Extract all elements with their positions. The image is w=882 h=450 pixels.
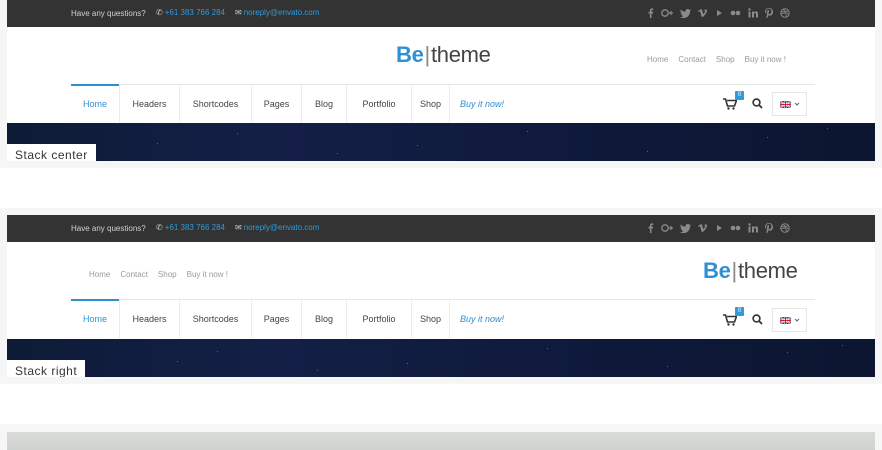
quick-link-shop[interactable]: Shop xyxy=(716,55,735,64)
quick-link-shop[interactable]: Shop xyxy=(158,270,177,279)
menu-item-pages[interactable]: Pages xyxy=(252,300,302,338)
menu-item-headers[interactable]: Headers xyxy=(120,300,180,338)
cart-button[interactable]: 0 xyxy=(723,91,745,113)
phone-icon: ✆ xyxy=(156,8,163,17)
main-menu: Home Headers Shortcodes Pages Blog Portf… xyxy=(71,299,514,338)
logo-be: Be xyxy=(396,42,424,67)
google-plus-icon[interactable] xyxy=(661,223,673,233)
quick-link-buy[interactable]: Buy it now ! xyxy=(745,55,786,64)
menu-item-shop[interactable]: Shop xyxy=(412,85,450,123)
menu-item-headers[interactable]: Headers xyxy=(120,85,180,123)
menu-item-shortcodes[interactable]: Shortcodes xyxy=(180,300,252,338)
header-preview-stack-right: Have any questions? ✆ +61 383 766 284 ✉ no… xyxy=(7,215,875,377)
twitter-icon[interactable] xyxy=(680,8,691,18)
top-bar-question: Have any questions? xyxy=(71,224,146,233)
top-bar-phone[interactable]: ✆ +61 383 766 284 xyxy=(156,223,225,232)
email-address: noreply@envato.com xyxy=(243,8,320,17)
logo-separator: | xyxy=(731,258,738,283)
menu-item-home[interactable]: Home xyxy=(71,84,120,123)
header-preview-partial xyxy=(7,432,875,450)
header-preview-stack-center: Have any questions? ✆ +61 383 766 284 ✉ no… xyxy=(7,0,875,161)
top-bar-question: Have any questions? xyxy=(71,9,146,18)
linkedin-icon[interactable] xyxy=(748,223,758,233)
language-selector[interactable] xyxy=(772,308,807,332)
quick-link-home[interactable]: Home xyxy=(647,55,668,64)
logo-separator: | xyxy=(424,42,431,67)
cart-count-badge: 0 xyxy=(735,307,744,316)
uk-flag-icon xyxy=(779,100,791,108)
menu-item-buy[interactable]: Buy it now! xyxy=(450,300,514,338)
vimeo-icon[interactable] xyxy=(698,8,709,18)
quick-link-buy[interactable]: Buy it now ! xyxy=(187,270,228,279)
mail-icon: ✉ xyxy=(235,223,242,232)
menu-item-home[interactable]: Home xyxy=(71,299,120,338)
top-bar: Have any questions? ✆ +61 383 766 284 ✉ no… xyxy=(7,215,875,242)
phone-number: +61 383 766 284 xyxy=(164,8,225,17)
social-icons xyxy=(647,222,797,234)
email-address: noreply@envato.com xyxy=(243,223,320,232)
main-menu: Home Headers Shortcodes Pages Blog Portf… xyxy=(71,84,514,123)
layout-label: Stack center xyxy=(7,144,96,161)
cart-button[interactable]: 0 xyxy=(723,307,745,329)
logo-theme: theme xyxy=(430,42,491,67)
phone-icon: ✆ xyxy=(156,223,163,232)
youtube-icon[interactable] xyxy=(716,9,723,17)
menu-item-portfolio[interactable]: Portfolio xyxy=(347,85,412,123)
search-icon[interactable] xyxy=(752,98,763,109)
layout-label: Stack right xyxy=(7,360,86,377)
vimeo-icon[interactable] xyxy=(698,223,709,233)
menu-item-portfolio[interactable]: Portfolio xyxy=(347,300,412,338)
quick-links: Home Contact Shop Buy it now ! xyxy=(89,270,238,279)
pinterest-icon[interactable] xyxy=(765,223,773,233)
menu-item-blog[interactable]: Blog xyxy=(302,300,347,338)
facebook-icon[interactable] xyxy=(647,223,654,233)
top-bar-email[interactable]: ✉ noreply@envato.com xyxy=(235,8,319,17)
flickr-icon[interactable] xyxy=(730,10,741,16)
mail-icon: ✉ xyxy=(235,8,242,17)
menu-item-pages[interactable]: Pages xyxy=(252,85,302,123)
hero-banner: Stack center xyxy=(7,123,875,161)
menu-item-buy[interactable]: Buy it now! xyxy=(450,85,514,123)
logo-theme: theme xyxy=(737,258,798,283)
top-bar-email[interactable]: ✉ noreply@envato.com xyxy=(235,223,319,232)
quick-link-contact[interactable]: Contact xyxy=(678,55,706,64)
facebook-icon[interactable] xyxy=(647,8,654,18)
dribbble-icon[interactable] xyxy=(780,223,790,233)
quick-links: Home Contact Shop Buy it now ! xyxy=(647,55,796,64)
chevron-down-icon xyxy=(794,102,799,106)
cart-count-badge: 0 xyxy=(735,91,744,100)
hero-banner: Stack right xyxy=(7,339,875,377)
search-icon[interactable] xyxy=(752,314,763,325)
quick-link-contact[interactable]: Contact xyxy=(120,270,148,279)
uk-flag-icon xyxy=(779,316,791,324)
google-plus-icon[interactable] xyxy=(661,8,673,18)
dribbble-icon[interactable] xyxy=(780,8,790,18)
language-selector[interactable] xyxy=(772,92,807,116)
twitter-icon[interactable] xyxy=(680,223,691,233)
flickr-icon[interactable] xyxy=(730,225,741,231)
menu-item-shortcodes[interactable]: Shortcodes xyxy=(180,85,252,123)
quick-link-home[interactable]: Home xyxy=(89,270,110,279)
top-bar-phone[interactable]: ✆ +61 383 766 284 xyxy=(156,8,225,17)
top-bar: Have any questions? ✆ +61 383 766 284 ✉ no… xyxy=(7,0,875,27)
chevron-down-icon xyxy=(794,318,799,322)
logo-be: Be xyxy=(703,258,731,283)
phone-number: +61 383 766 284 xyxy=(164,223,225,232)
linkedin-icon[interactable] xyxy=(748,8,758,18)
menu-item-blog[interactable]: Blog xyxy=(302,85,347,123)
menu-item-shop[interactable]: Shop xyxy=(412,300,450,338)
youtube-icon[interactable] xyxy=(716,224,723,232)
site-logo[interactable]: Be|theme xyxy=(396,42,491,68)
pinterest-icon[interactable] xyxy=(765,8,773,18)
site-logo[interactable]: Be|theme xyxy=(703,258,798,284)
social-icons xyxy=(647,7,797,19)
